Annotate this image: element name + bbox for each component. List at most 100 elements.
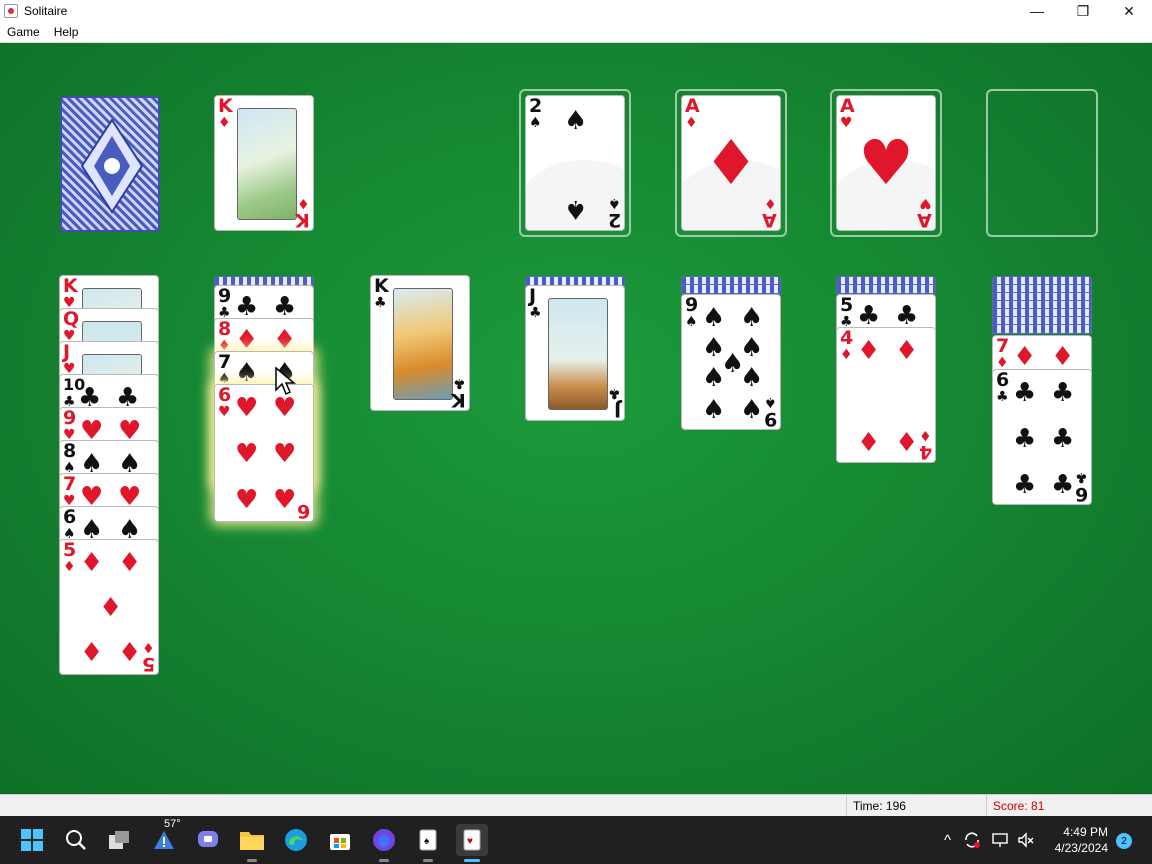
close-button[interactable]: ✕ (1106, 0, 1152, 22)
heart-icon: ♥ (235, 439, 259, 469)
weather-widget[interactable]: 57° (148, 818, 181, 856)
time-value: 196 (885, 799, 906, 813)
maximize-button[interactable]: ❐ (1060, 0, 1106, 22)
weather-warning-icon (154, 831, 174, 849)
spade-icon: ♠ (564, 106, 588, 136)
solitaire-collection-button[interactable]: ♠ (412, 824, 444, 862)
menu-bar: Game Help (0, 22, 1152, 43)
diamond-icon: ♦ (919, 427, 932, 443)
edge-browser-button[interactable] (280, 824, 312, 856)
tableau-5-facedown (681, 284, 781, 294)
diamond-icon: ♦ (685, 115, 698, 131)
tableau-1-card-9[interactable]: 5 ♦ ♦ ♦ ♦ ♦ ♦ 5 ♦ (59, 539, 159, 675)
spade-icon: ♠ (529, 115, 542, 131)
tableau-5-card-1[interactable]: 9 ♠ ♠ ♠ ♠ ♠ ♠ ♠ ♠ ♠ ♠ 9 ♠ (681, 294, 781, 430)
tableau-6-card-2[interactable]: 4 ♦ ♦ ♦ ♦ ♦ 4 ♦ (836, 327, 936, 463)
notification-badge[interactable]: 2 (1116, 833, 1132, 849)
card-rank-bottom: K (451, 389, 466, 411)
score-label: Score: (993, 799, 1028, 813)
king-face-art (237, 108, 297, 220)
spade-icon: ♠ (702, 363, 726, 393)
card-rank-bottom: A (917, 209, 932, 231)
diamond-icon: ♦ (1051, 342, 1075, 372)
spade-icon: ♠ (685, 314, 698, 330)
card-rank: 4 (840, 327, 854, 349)
card-rank-bottom: 9 (763, 408, 777, 430)
diamond-icon: ♦ (996, 355, 1009, 371)
card-back-pattern-icon (80, 118, 144, 214)
tableau-4-card-1[interactable]: J ♣ J ♣ (525, 285, 625, 421)
running-indicator (423, 859, 433, 862)
firefox-button[interactable] (368, 824, 400, 862)
club-icon: ♣ (996, 389, 1009, 405)
club-icon: ♣ (1013, 424, 1037, 454)
network-icon[interactable] (991, 831, 1009, 849)
diamond-icon: ♦ (99, 593, 123, 623)
spade-icon: ♠ (702, 395, 726, 425)
menu-game[interactable]: Game (0, 25, 47, 39)
waste-card[interactable]: K ♦ K ♦ (214, 95, 314, 231)
foundation-card-1[interactable]: 2 ♠ ♠ ♠ 2 ♠ (525, 95, 625, 231)
club-icon: ♣ (273, 292, 297, 322)
club-icon: ♣ (1075, 469, 1088, 485)
running-indicator (379, 859, 389, 862)
card-rank: 6 (218, 384, 232, 406)
card-rank: K (374, 275, 389, 297)
card-rank: 9 (63, 407, 77, 429)
tableau-6-facedown (836, 284, 936, 294)
search-icon (66, 830, 86, 850)
stock-pile[interactable] (60, 96, 160, 232)
diamond-icon: ♦ (703, 126, 759, 199)
card-rank: 5 (63, 539, 77, 561)
card-rank: 8 (218, 318, 232, 340)
card-rank-bottom: 6 (1074, 483, 1088, 505)
diamond-icon: ♦ (142, 639, 155, 655)
diamond-icon: ♦ (118, 548, 142, 578)
card-rank: 7 (218, 351, 232, 373)
spade-icon: ♠ (764, 394, 777, 410)
club-icon: ♣ (857, 301, 881, 331)
foundation-card-3[interactable]: A ♥ ♥ A ♥ (836, 95, 936, 231)
card-rank: A (840, 95, 855, 117)
score-display: Score: 81 (986, 795, 1152, 817)
svg-text:♥: ♥ (467, 836, 473, 847)
teams-chat-button[interactable] (192, 824, 224, 856)
store-button[interactable] (324, 824, 356, 856)
heart-icon: ♥ (273, 485, 297, 515)
spade-icon: ♠ (740, 395, 764, 425)
solitaire-taskbar-button[interactable]: ♥ (456, 824, 488, 862)
start-button[interactable] (16, 824, 48, 856)
diamond-icon: ♦ (118, 638, 142, 668)
spade-icon: ♠ (608, 195, 621, 211)
heart-icon: ♥ (273, 393, 297, 423)
foundation-card-2[interactable]: A ♦ ♦ A ♦ (681, 95, 781, 231)
club-icon: ♣ (1051, 470, 1075, 500)
minimize-button[interactable]: — (1014, 0, 1060, 22)
system-tray: ^ (944, 816, 1035, 864)
show-hidden-icons-chevron-icon[interactable]: ^ (944, 832, 951, 849)
foundation-slot-4[interactable] (986, 89, 1098, 237)
card-rank-bottom: K (295, 209, 310, 231)
spade-icon: ♠ (702, 303, 726, 333)
menu-help[interactable]: Help (47, 25, 86, 39)
clock[interactable]: 4:49 PM 4/23/2024 (1055, 824, 1108, 856)
file-explorer-button[interactable] (236, 824, 268, 862)
volume-muted-icon[interactable] (1017, 831, 1035, 849)
spade-icon: ♠ (740, 303, 764, 333)
tableau-2-card-4[interactable]: 6 ♥ ♥ ♥ ♥ ♥ ♥ ♥ 6 (214, 384, 314, 522)
club-icon: ♣ (1013, 470, 1037, 500)
tableau-7-card-2[interactable]: 6 ♣ ♣ ♣ ♣ ♣ ♣ ♣ 6 ♣ (992, 369, 1092, 505)
heart-icon: ♥ (235, 393, 259, 423)
solitaire-icon: ♥ (463, 829, 481, 851)
tableau-3-card-1[interactable]: K ♣ K ♣ (370, 275, 470, 411)
heart-icon: ♥ (919, 195, 932, 211)
club-icon: ♣ (235, 292, 259, 322)
club-icon: ♣ (374, 295, 387, 311)
club-icon: ♣ (1051, 424, 1075, 454)
sync-icon[interactable] (963, 831, 981, 849)
card-rank: J (529, 285, 537, 307)
mouse-cursor-icon (275, 366, 296, 396)
task-view-button[interactable] (104, 824, 136, 856)
search-button[interactable] (60, 824, 92, 856)
diamond-icon: ♦ (218, 115, 231, 131)
